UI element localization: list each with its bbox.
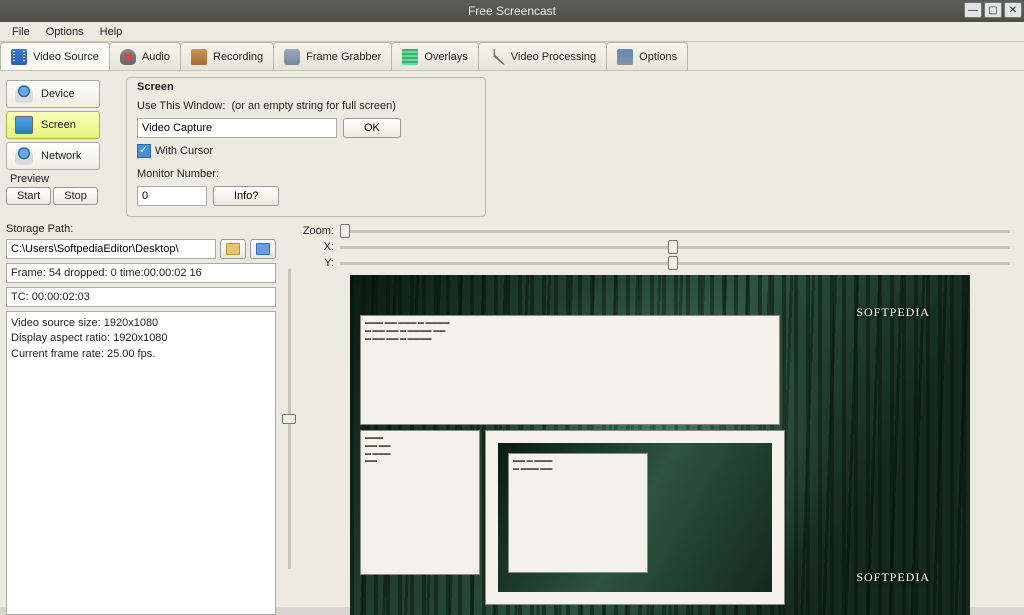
tab-overlays[interactable]: Overlays xyxy=(391,42,478,70)
tab-label: Options xyxy=(639,51,677,63)
brand-watermark: SOFTPEDIA xyxy=(856,305,930,320)
info-line: Current frame rate: 25.00 fps. xyxy=(11,347,271,362)
nested-window-icon: ▬▬▬ ▬▬ ▬▬▬ ▬ ▬▬▬▬▬ ▬▬ ▬▬ ▬ ▬▬▬▬ ▬▬▬ ▬▬ ▬… xyxy=(360,315,780,425)
x-label: X: xyxy=(302,241,334,253)
monitor-icon xyxy=(15,116,33,134)
nested-window-icon: ▬▬▬▬▬ ▬▬▬ ▬▬▬▬▬ xyxy=(360,430,480,575)
use-window-hint: (or an empty string for full screen) xyxy=(231,100,395,112)
ok-button[interactable]: OK xyxy=(343,118,401,138)
folder-icon xyxy=(226,243,240,255)
preview-label: Preview xyxy=(10,173,114,185)
right-column: Zoom: X: Y: SOFTPEDIA SOFTPEDIA xyxy=(302,223,1018,615)
screen-preview-image: SOFTPEDIA SOFTPEDIA ▬▬▬ ▬▬ ▬▬▬ ▬ ▬▬▬▬▬ ▬… xyxy=(350,275,970,615)
menu-file[interactable]: File xyxy=(4,24,38,40)
network-button[interactable]: Network xyxy=(6,142,100,170)
minimize-button[interactable]: — xyxy=(964,2,982,18)
tab-options[interactable]: Options xyxy=(606,42,688,70)
zoom-slider[interactable] xyxy=(340,230,1010,233)
menubar: File Options Help xyxy=(0,22,1024,42)
button-label: Screen xyxy=(41,119,76,131)
left-column: Storage Path: Frame: 54 dropped: 0 time:… xyxy=(6,223,276,615)
source-panel: Device Screen Network Preview Start Stop xyxy=(0,71,120,217)
nested-window-icon: ▬▬ ▬ ▬▬▬▬ ▬▬▬ ▬▬ xyxy=(485,430,785,605)
storage-path-input[interactable] xyxy=(6,239,216,259)
tab-label: Video Source xyxy=(33,51,99,63)
save-icon xyxy=(256,243,270,255)
preview-area: SOFTPEDIA SOFTPEDIA ▬▬▬ ▬▬ ▬▬▬ ▬ ▬▬▬▬▬ ▬… xyxy=(302,275,1018,615)
tab-frame-grabber[interactable]: Frame Grabber xyxy=(273,42,392,70)
tab-video-source[interactable]: Video Source xyxy=(0,42,110,70)
tab-recording[interactable]: Recording xyxy=(180,42,274,70)
screen-options-group: Screen Use This Window: (or an empty str… xyxy=(126,77,486,217)
window-controls: — ▢ ✕ xyxy=(964,2,1022,18)
webcam-icon xyxy=(15,147,33,165)
bottom-section: Storage Path: Frame: 54 dropped: 0 time:… xyxy=(0,223,1024,615)
stack-icon xyxy=(402,49,418,65)
tab-label: Video Processing xyxy=(511,51,596,63)
start-button[interactable]: Start xyxy=(6,187,51,205)
tab-audio[interactable]: Audio xyxy=(109,42,181,70)
use-window-label: Use This Window: xyxy=(137,100,225,112)
tab-label: Frame Grabber xyxy=(306,51,381,63)
info-button[interactable]: Info? xyxy=(213,186,279,206)
info-line: Video source size: 1920x1080 xyxy=(11,316,271,331)
group-legend: Screen xyxy=(137,81,475,93)
menu-options[interactable]: Options xyxy=(38,24,92,40)
tab-label: Recording xyxy=(213,51,263,63)
storage-path-label: Storage Path: xyxy=(6,223,276,235)
content: Device Screen Network Preview Start Stop… xyxy=(0,71,1024,607)
vertical-slider[interactable] xyxy=(278,223,300,615)
y-slider[interactable] xyxy=(340,262,1010,265)
slider-thumb[interactable] xyxy=(668,240,678,254)
webcam-icon xyxy=(15,85,33,103)
film-icon xyxy=(11,49,27,65)
tab-label: Audio xyxy=(142,51,170,63)
x-slider[interactable] xyxy=(340,246,1010,249)
slider-thumb[interactable] xyxy=(340,224,350,238)
video-info-box: Video source size: 1920x1080 Display asp… xyxy=(6,311,276,615)
top-section: Device Screen Network Preview Start Stop… xyxy=(0,71,1024,217)
with-cursor-label: With Cursor xyxy=(155,145,213,157)
screen-button[interactable]: Screen xyxy=(6,111,100,139)
save-path-button[interactable] xyxy=(250,239,276,259)
microphone-icon xyxy=(120,49,136,65)
zoom-label: Zoom: xyxy=(302,225,334,237)
menu-help[interactable]: Help xyxy=(92,24,131,40)
tools-icon xyxy=(617,49,633,65)
frame-stats: Frame: 54 dropped: 0 time:00:00:02 16 xyxy=(6,263,276,283)
slider-thumb[interactable] xyxy=(668,256,678,270)
window-title: Free Screencast xyxy=(0,4,1024,18)
stop-button[interactable]: Stop xyxy=(53,187,98,205)
button-label: Device xyxy=(41,88,75,100)
drawer-icon xyxy=(191,49,207,65)
info-line: Display aspect ratio: 1920x1080 xyxy=(11,331,271,346)
y-label: Y: xyxy=(302,257,334,269)
monitor-number-label: Monitor Number: xyxy=(137,168,219,180)
tab-label: Overlays xyxy=(424,51,467,63)
titlebar: Free Screencast — ▢ ✕ xyxy=(0,0,1024,22)
button-label: Network xyxy=(41,150,81,162)
device-button[interactable]: Device xyxy=(6,80,100,108)
camera-icon xyxy=(284,49,300,65)
browse-button[interactable] xyxy=(220,239,246,259)
window-name-input[interactable] xyxy=(137,118,337,138)
wrench-icon xyxy=(489,49,505,65)
brand-watermark: SOFTPEDIA xyxy=(856,570,930,585)
maximize-button[interactable]: ▢ xyxy=(984,2,1002,18)
timecode-stats: TC: 00:00:02:03 xyxy=(6,287,276,307)
monitor-number-input[interactable] xyxy=(137,186,207,206)
slider-thumb[interactable] xyxy=(282,414,296,424)
close-button[interactable]: ✕ xyxy=(1004,2,1022,18)
tab-video-processing[interactable]: Video Processing xyxy=(478,42,607,70)
with-cursor-checkbox[interactable] xyxy=(137,144,151,158)
tabstrip: Video Source Audio Recording Frame Grabb… xyxy=(0,42,1024,71)
